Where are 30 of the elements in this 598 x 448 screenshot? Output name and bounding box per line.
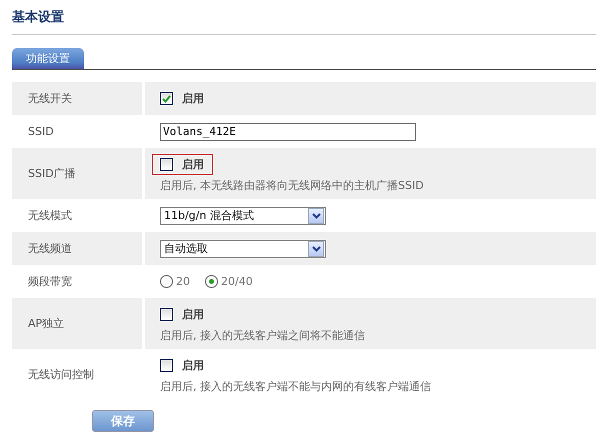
ssid-input[interactable]: Volans_412E — [160, 122, 416, 140]
checkbox[interactable] — [160, 158, 173, 171]
checkbox[interactable] — [160, 308, 173, 321]
field-label: SSID — [28, 125, 54, 138]
hint-text: 启用后, 接入的无线客户端之间将不能通信 — [160, 328, 366, 343]
field-label: 无线频道 — [28, 241, 72, 256]
page-title: 基本设置 — [12, 8, 596, 35]
tab[interactable]: 功能设置 — [12, 48, 84, 69]
hint-text: 启用后, 本无线路由器将向无线网络中的主机广播SSID — [160, 178, 425, 193]
radio-button[interactable] — [205, 275, 218, 288]
field-label: 频段带宽 — [28, 274, 72, 289]
field-label: 无线模式 — [28, 208, 72, 223]
chevron-down-icon — [308, 208, 324, 224]
checkbox[interactable] — [160, 359, 173, 372]
field-label: SSID广播 — [28, 166, 76, 181]
hint-text: 启用后, 接入的无线客户端不能与内网的有线客户端通信 — [160, 379, 432, 394]
dropdown[interactable]: 11b/g/n 混合模式 — [160, 206, 326, 224]
field-label: 无线开关 — [28, 91, 72, 106]
radio-label: 20/40 — [221, 275, 253, 288]
dropdown[interactable]: 自动选取 — [160, 240, 326, 258]
checkbox-label: 启用 — [182, 157, 204, 172]
checkbox-label: 启用 — [182, 358, 204, 373]
chevron-down-icon — [308, 240, 324, 256]
field-label: 无线访问控制 — [28, 367, 94, 382]
field-label: AP独立 — [28, 316, 64, 331]
radio-button[interactable] — [160, 275, 173, 288]
checkbox[interactable] — [160, 92, 173, 105]
checkbox-label: 启用 — [182, 307, 204, 322]
checkbox-label: 启用 — [182, 91, 204, 106]
radio-label: 20 — [176, 275, 190, 288]
